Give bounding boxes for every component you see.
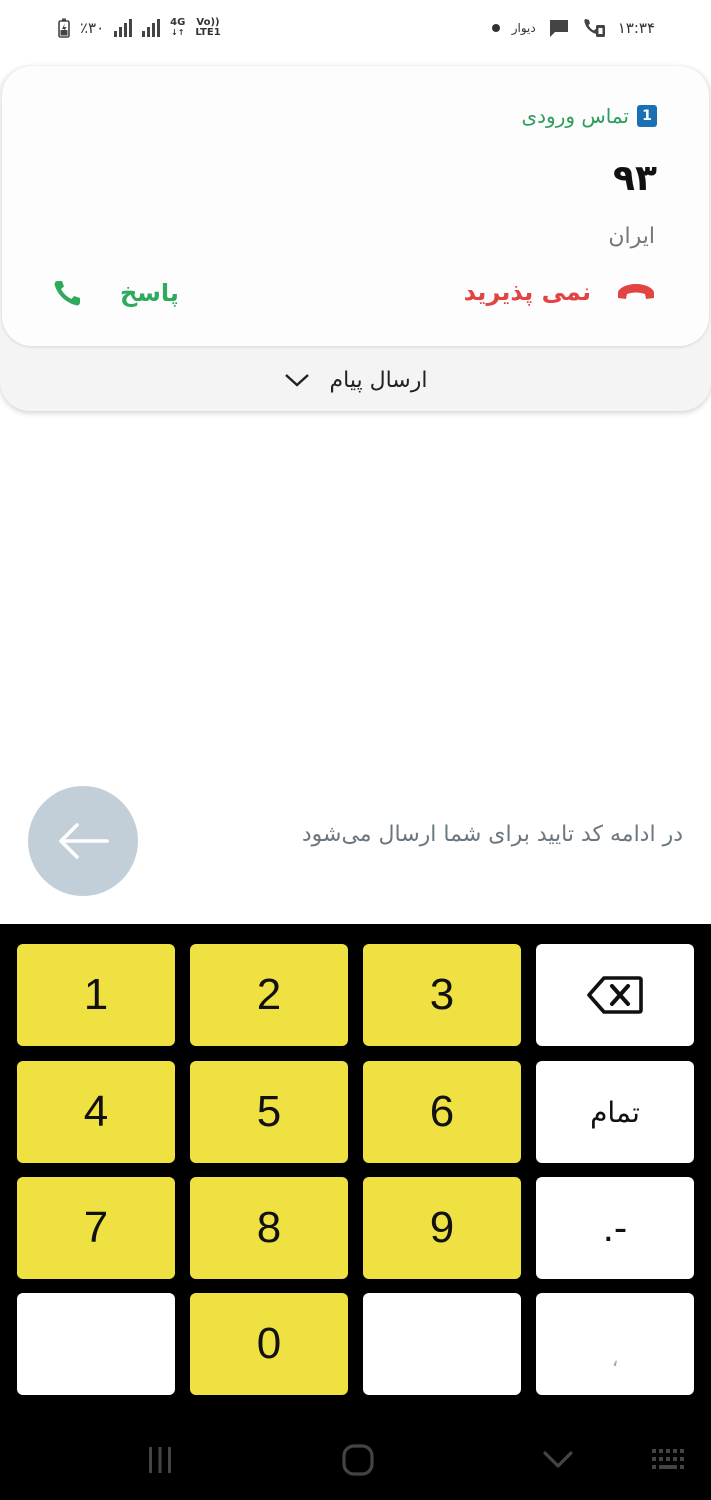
incoming-call-notification: 1 تماس ورودی ۹۳ ایران پاسخ نمی پذیرید ار… (0, 66, 711, 411)
network-type: 4G (170, 17, 186, 28)
decline-label: نمی پذیرید (463, 278, 591, 306)
backspace-icon (587, 976, 643, 1014)
phone-answer-icon (54, 281, 80, 306)
signal-icon-2 (142, 19, 161, 37)
caller-country: ایران (608, 224, 655, 249)
sim-badge-icon: 1 (637, 105, 657, 127)
comma-label: ، (611, 1346, 619, 1371)
key-5[interactable]: 5 (190, 1061, 348, 1163)
numeric-keyboard: 1 2 3 4 5 6 تمام 7 8 9 .- 0 ، (0, 924, 711, 1500)
lte-label: LTE1 (195, 27, 221, 38)
clock: ۱۳:۳۴ (617, 19, 655, 37)
app-notification-label: دیوار (511, 21, 536, 35)
key-3[interactable]: 3 (363, 944, 521, 1046)
chevron-down-icon (543, 1451, 573, 1468)
key-4[interactable]: 4 (17, 1061, 175, 1163)
message-icon (549, 20, 568, 37)
navigation-bar (0, 1418, 711, 1500)
empty-key-left[interactable] (17, 1293, 175, 1395)
key-1[interactable]: 1 (17, 944, 175, 1046)
volte-indicator: Vo)) LTE1 (195, 18, 220, 38)
verification-info-text: در ادامه کد تایید برای شما ارسال می‌شود (301, 822, 683, 847)
keyboard-icon (652, 1449, 684, 1469)
call-header-label: تماس ورودی (521, 104, 629, 128)
send-message-button[interactable]: ارسال پیام (0, 356, 711, 404)
recent-apps-button[interactable] (140, 1440, 180, 1480)
key-9[interactable]: 9 (363, 1177, 521, 1279)
signal-icon (114, 19, 133, 37)
key-0[interactable]: 0 (190, 1293, 348, 1395)
call-header: 1 تماس ورودی (521, 104, 657, 128)
comma-key[interactable]: ، (536, 1293, 694, 1395)
caller-number: ۹۳ (613, 158, 657, 199)
battery-percent: ٪۳۰ (80, 19, 105, 37)
status-bar-right: دیوار ۱۳:۳۴ (491, 14, 655, 42)
home-button[interactable] (338, 1440, 378, 1480)
status-bar-left: ٪۳۰ 4G ↓↑ Vo)) LTE1 (58, 14, 221, 42)
chevron-down-icon (284, 374, 309, 387)
notification-dot-icon (491, 24, 500, 32)
key-7[interactable]: 7 (17, 1177, 175, 1279)
empty-key-right[interactable] (363, 1293, 521, 1395)
status-bar: ٪۳۰ 4G ↓↑ Vo)) LTE1 دیوار ۱۳:۳۴ (0, 0, 711, 58)
phone-decline-icon (618, 284, 654, 299)
network-indicator: 4G ↓↑ (170, 18, 185, 38)
decline-button[interactable]: نمی پذیرید (464, 278, 657, 306)
keyboard-switch-button[interactable] (650, 1440, 690, 1480)
battery-charging-icon (58, 18, 70, 38)
back-button[interactable] (538, 1440, 578, 1480)
key-8[interactable]: 8 (190, 1177, 348, 1279)
answer-label: پاسخ (120, 279, 179, 307)
key-6[interactable]: 6 (363, 1061, 521, 1163)
recent-apps-icon (149, 1447, 171, 1473)
home-icon (342, 1444, 374, 1476)
incoming-call-panel: 1 تماس ورودی ۹۳ ایران پاسخ نمی پذیرید (2, 66, 709, 346)
backspace-key[interactable] (536, 944, 694, 1046)
key-2[interactable]: 2 (190, 944, 348, 1046)
dot-dash-key[interactable]: .- (536, 1177, 694, 1279)
next-button[interactable] (28, 786, 138, 896)
done-key[interactable]: تمام (536, 1061, 694, 1163)
data-arrows-icon: ↓↑ (171, 28, 185, 37)
answer-button[interactable]: پاسخ (52, 278, 179, 308)
send-message-label: ارسال پیام (329, 367, 428, 393)
arrow-left-icon (59, 823, 109, 859)
call-sim-icon (584, 19, 605, 37)
